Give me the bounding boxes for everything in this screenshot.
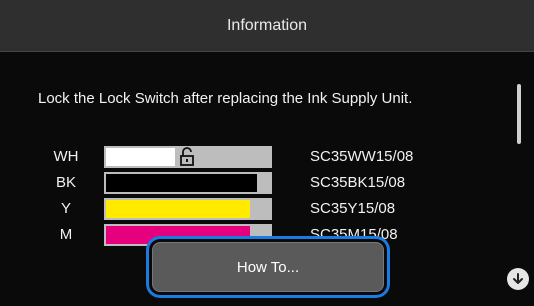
ink-level-bar — [104, 172, 272, 194]
ink-level-fill — [106, 200, 250, 218]
scroll-down-button[interactable] — [507, 268, 529, 290]
how-to-label: How To... — [236, 258, 300, 276]
ink-product-code: SC35BK15/08 — [310, 174, 406, 191]
title-bar: Information — [0, 0, 534, 52]
ink-code: M — [59, 226, 73, 243]
scrollbar[interactable] — [517, 84, 521, 144]
arrow-down-circle-icon — [513, 273, 523, 284]
ink-code: BK — [55, 174, 76, 191]
unlock-icon — [180, 147, 194, 166]
information-dialog: Information Lock the Lock Switch after r… — [0, 0, 534, 306]
instruction-message: Lock the Lock Switch after replacing the… — [38, 90, 413, 107]
ink-product-code: SC35WW15/08 — [310, 148, 414, 165]
dialog-title: Information — [226, 16, 308, 34]
ink-level-fill — [106, 174, 257, 192]
ink-row: Y SC35Y15/08 — [0, 196, 534, 222]
ink-product-code: SC35Y15/08 — [310, 200, 396, 217]
ink-level-fill — [106, 148, 175, 166]
ink-row: WH SC35WW15/08 — [0, 144, 534, 170]
bottom-button-area: How To... — [140, 230, 400, 306]
ink-code: WH — [53, 148, 79, 165]
ink-row: BK SC35BK15/08 — [0, 170, 534, 196]
ink-level-bar — [104, 198, 272, 220]
ink-code: Y — [60, 200, 71, 217]
how-to-button[interactable]: How To... — [152, 242, 384, 292]
ink-level-bar — [104, 146, 272, 168]
